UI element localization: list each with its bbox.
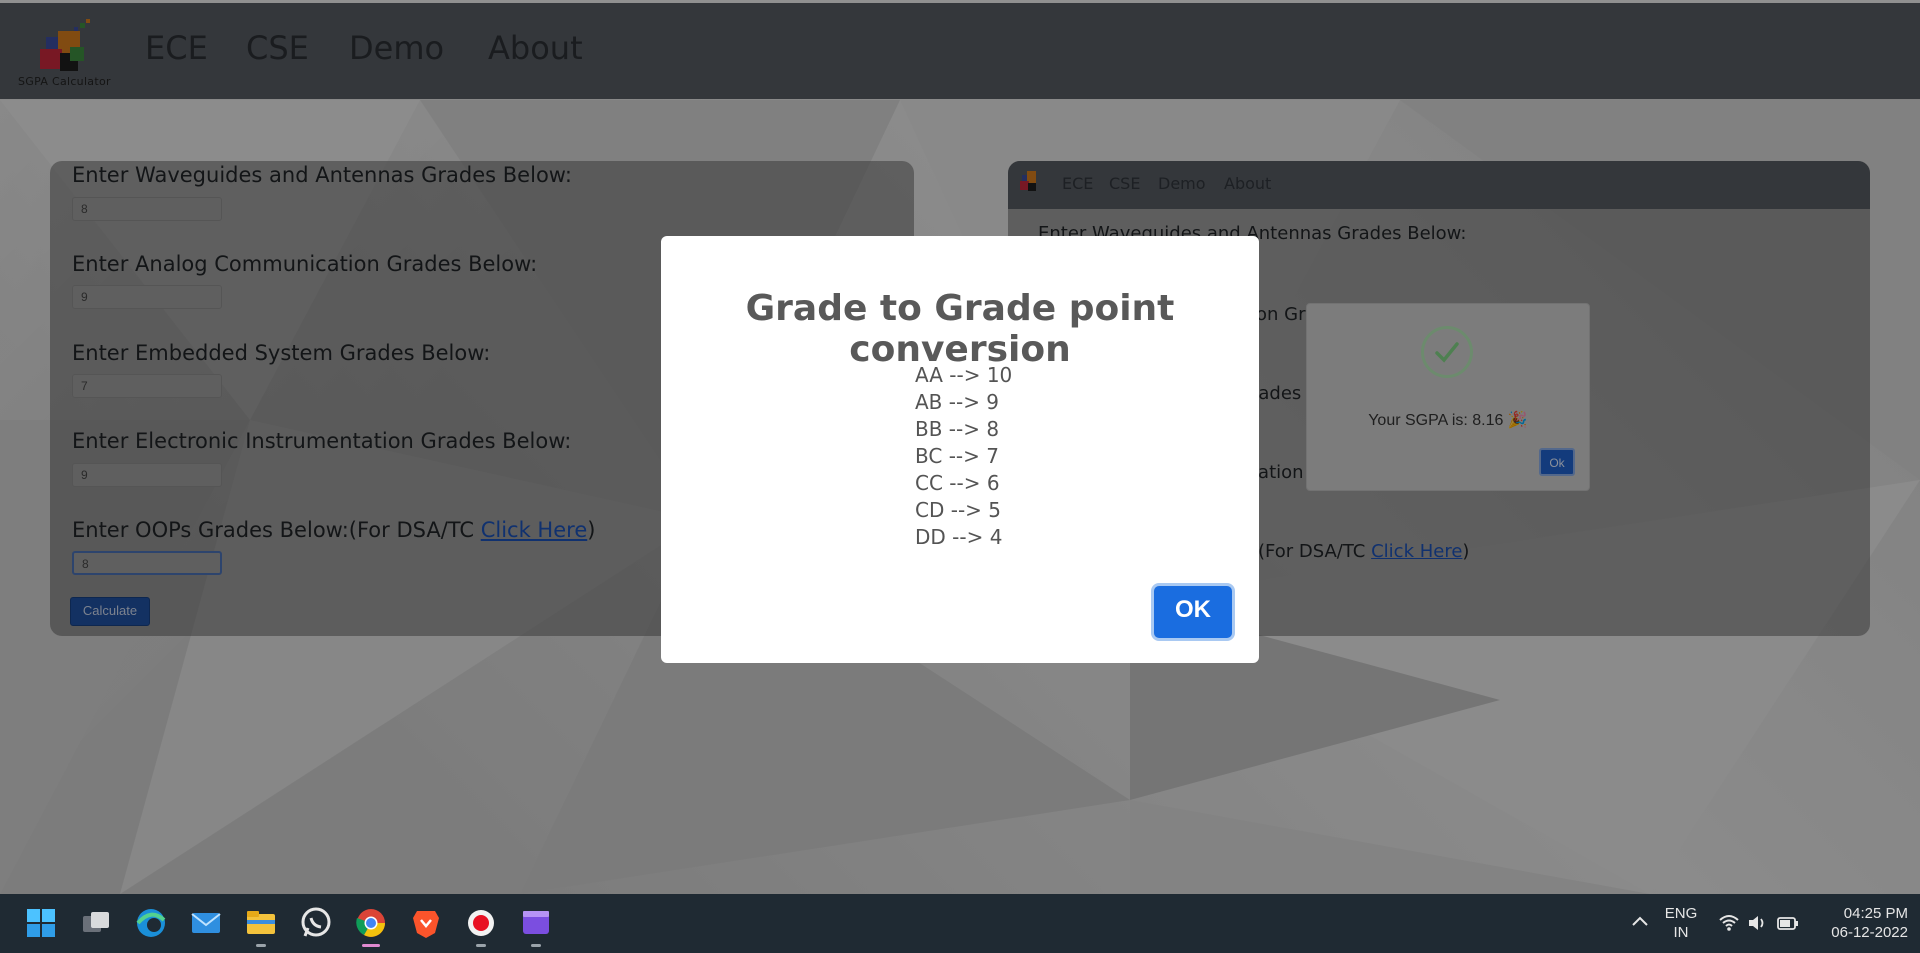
clock-date: 06-12-2022 [1831, 924, 1908, 941]
running-indicator [531, 944, 541, 947]
whatsapp-icon[interactable] [299, 906, 333, 940]
taskbar: ENG IN 04:25 PM 06-12-2022 [0, 894, 1920, 953]
battery-icon[interactable] [1776, 912, 1800, 934]
mail-icon[interactable] [189, 906, 223, 940]
dialog-title: Grade to Grade point conversion [745, 288, 1175, 370]
running-indicator [476, 944, 486, 947]
brave-icon[interactable] [409, 906, 443, 940]
ok-button[interactable]: OK [1154, 586, 1232, 638]
edge-icon[interactable] [134, 906, 168, 940]
active-indicator [362, 944, 380, 947]
conversion-item: DD --> 4 [915, 525, 1003, 549]
recorder-icon[interactable] [464, 906, 498, 940]
conversion-list: AA --> 10 AB --> 9 BB --> 8 BC --> 7 CC … [915, 362, 1012, 551]
file-explorer-icon[interactable] [244, 906, 278, 940]
start-icon[interactable] [24, 906, 58, 940]
conversion-item: AA --> 10 [915, 363, 1013, 387]
conversion-item: CD --> 5 [915, 498, 1001, 522]
chrome-icon[interactable] [354, 906, 388, 940]
wifi-icon[interactable] [1718, 912, 1740, 934]
task-view-icon[interactable] [79, 906, 113, 940]
volume-icon[interactable] [1746, 912, 1768, 934]
language-indicator[interactable]: ENG IN [1663, 904, 1699, 942]
running-indicator [256, 944, 266, 947]
conversion-item: AB --> 9 [915, 390, 1000, 414]
region-code: IN [1673, 924, 1689, 941]
clipchamp-icon[interactable] [519, 906, 553, 940]
grade-conversion-dialog: Grade to Grade point conversion AA --> 1… [661, 236, 1259, 663]
conversion-item: BC --> 7 [915, 444, 999, 468]
conversion-item: BB --> 8 [915, 417, 1000, 441]
clock[interactable]: 04:25 PM 06-12-2022 [1808, 904, 1908, 942]
clock-time: 04:25 PM [1843, 905, 1908, 922]
conversion-item: CC --> 6 [915, 471, 1000, 495]
language-code: ENG [1664, 905, 1698, 922]
chevron-up-icon[interactable] [1630, 912, 1650, 932]
